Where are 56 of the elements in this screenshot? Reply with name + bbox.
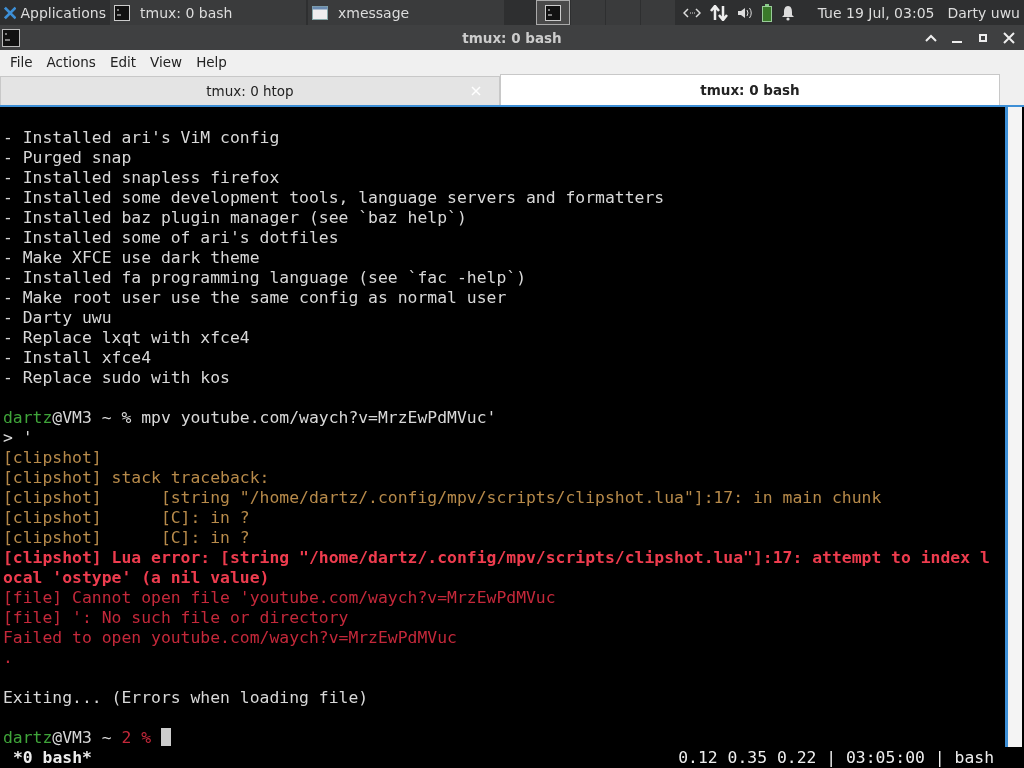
tab[interactable]: tmux: 0 bash — [500, 74, 1000, 105]
clock[interactable]: Tue 19 Jul, 03:05 — [817, 4, 935, 21]
terminal-line: . — [3, 648, 13, 667]
terminal-line: - Installed fa programming language (see `fac -help`) — [3, 268, 526, 287]
terminal-line: - Make root user use the same config as normal user — [3, 288, 507, 307]
x-logo-icon — [4, 5, 17, 20]
terminal-line: [clipshot] stack traceback: — [3, 468, 270, 487]
terminal-line: dartz@VM3 ~ % mpv youtube.com/waych?v=MrzEwPdMVuc' — [3, 408, 497, 427]
window-icon — [312, 5, 328, 20]
terminal-line: - Install xfce4 — [3, 348, 152, 367]
terminal-line: - Darty uwu — [3, 308, 112, 327]
terminal-line: - Installed some development tools, language servers and formatters — [3, 188, 665, 207]
terminal-line: [clipshot] Lua error: [string "/home/dartz/.config/mpv/scripts/clipshot.lua"]:17: attempt to index l — [3, 548, 990, 567]
taskbar-task[interactable]: tmux: 0 bash — [110, 0, 306, 25]
terminal-line: [file] Cannot open file 'youtube.com/waych?v=MrzEwPdMVuc — [3, 588, 556, 607]
menu-item[interactable]: Help — [189, 53, 234, 70]
user-name[interactable]: Darty uwu — [947, 4, 1020, 21]
terminal-line: - Installed some of ari's dotfiles — [3, 228, 339, 247]
terminal-line: Exiting... (Errors when loading file) — [3, 688, 369, 707]
terminal-icon — [545, 4, 561, 21]
tab[interactable]: tmux: 0 htop — [0, 76, 500, 105]
terminal-line: - Replace lxqt with xfce4 — [3, 328, 250, 347]
volume-icon — [736, 5, 753, 20]
terminal-line: - Purged snap — [3, 148, 132, 167]
terminal-line: [clipshot] [string "/home/dartz/.config/mpv/scripts/clipshot.lua"]:17: in main chunk — [3, 488, 882, 507]
taskbar-task[interactable]: xmessage — [308, 0, 504, 25]
terminal-line: dartz@VM3 ~ 2 % — [3, 728, 152, 747]
terminal-line: [clipshot] [C]: in ? — [3, 528, 250, 547]
close-icon[interactable] — [1002, 30, 1016, 45]
terminal-icon — [2, 28, 20, 47]
menu-item[interactable]: Actions — [39, 53, 103, 70]
terminal-line: Failed to open youtube.com/waych?v=MrzEwPdMVuc — [3, 628, 457, 647]
terminal-line: > ' — [3, 428, 33, 447]
transfer-arrows-icon — [709, 4, 728, 21]
menu-item[interactable]: View — [143, 53, 190, 70]
terminal-line: [clipshot] [C]: in ? — [3, 508, 250, 527]
menu-item[interactable]: Edit — [102, 53, 144, 70]
terminal-line: - Make XFCE use dark theme — [3, 248, 260, 267]
window-title: tmux: 0 bash — [461, 29, 563, 46]
terminal-line: - Replace sudo with kos — [3, 368, 230, 387]
terminal-line: - Installed snapless firefox — [3, 168, 280, 187]
terminal-line: - Installed ari's ViM config — [3, 128, 280, 147]
window-list: *0 bash* — [13, 748, 92, 767]
terminal-line: - Installed baz plugin manager (see `baz help`) — [3, 208, 467, 227]
workspace-button[interactable] — [536, 0, 570, 25]
network-icon — [682, 7, 701, 18]
terminal-line: [file] ': No such file or directory — [3, 608, 349, 627]
battery-icon — [761, 3, 772, 22]
terminal-line: ocal 'ostype' (a nil value) — [3, 568, 270, 587]
notification-bell-icon — [780, 4, 795, 21]
scrollbar[interactable] — [1005, 107, 1022, 747]
terminal-line: [clipshot] — [3, 448, 102, 467]
menu-item[interactable]: File — [3, 53, 40, 70]
status-info: 0.12 0.35 0.22 | 03:05:00 | bash — [678, 748, 994, 767]
applications-menu-button[interactable]: Applications — [0, 0, 110, 25]
terminal-icon — [114, 4, 130, 21]
